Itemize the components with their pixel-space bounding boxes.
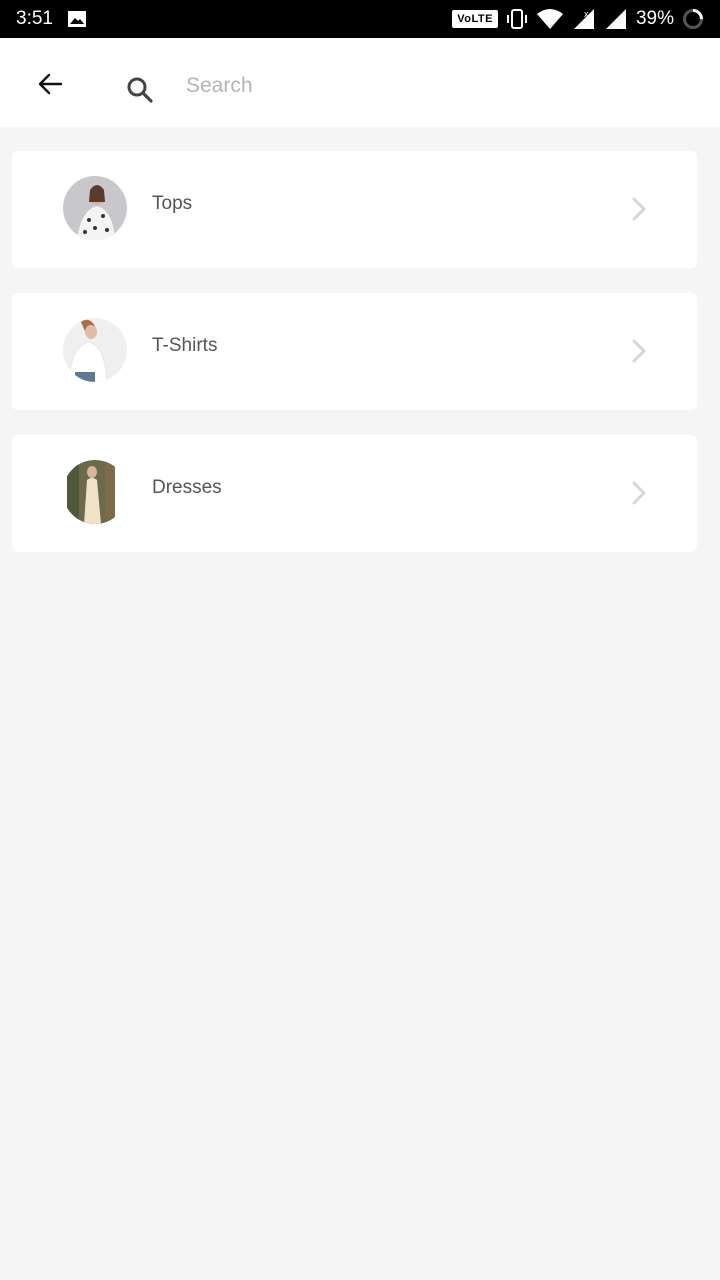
search-input[interactable] [186,64,686,108]
status-bar: 3:51 VoLTE x 39% [0,0,720,38]
image-icon [67,11,86,27]
category-item-tops[interactable]: Tops [12,151,697,268]
tshirts-thumbnail [63,318,127,382]
tops-thumbnail [63,176,127,240]
signal-icon [605,9,626,29]
svg-text:x: x [584,9,589,19]
battery-icon [683,9,703,29]
search-header [0,38,720,127]
vibrate-icon [506,9,527,29]
back-button[interactable] [26,60,74,108]
category-label: T-Shirts [152,335,218,356]
chevron-right-icon [632,197,646,221]
status-time: 3:51 [16,8,53,29]
volte-badge: VoLTE [452,10,498,28]
category-item-tshirts[interactable]: T-Shirts [12,293,697,410]
wifi-icon [536,9,563,29]
chevron-right-icon [632,339,646,363]
search-icon[interactable] [124,74,156,106]
signal-icon: x [573,9,594,29]
category-label: Dresses [152,477,222,498]
category-label: Tops [152,193,193,214]
category-item-dresses[interactable]: Dresses [12,435,697,552]
battery-percent: 39% [635,8,674,29]
dresses-thumbnail [63,460,127,524]
arrow-left-icon [38,73,63,95]
chevron-right-icon [632,481,646,505]
